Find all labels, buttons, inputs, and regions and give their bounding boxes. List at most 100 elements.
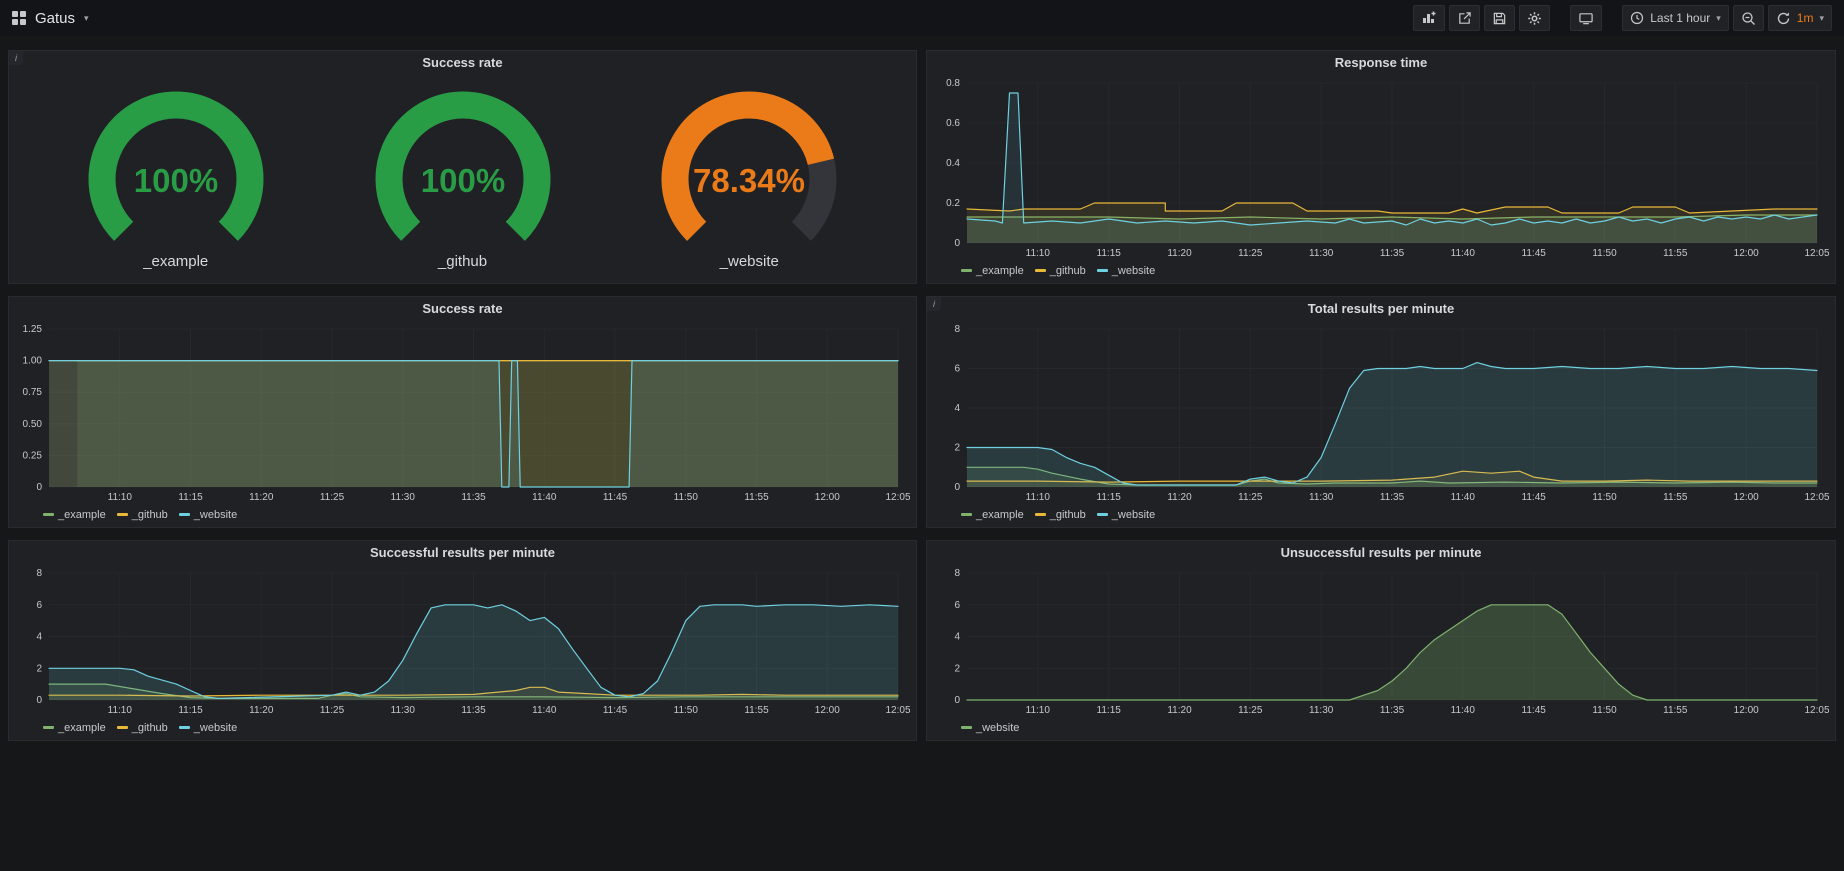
legend-item-_github[interactable]: _github xyxy=(1035,509,1086,521)
panel-total-results: i Total results per minute 11:1011:1511:… xyxy=(926,296,1836,528)
svg-text:0: 0 xyxy=(36,482,42,493)
svg-text:0: 0 xyxy=(36,695,42,706)
refresh-interval-label: 1m xyxy=(1797,11,1814,25)
chart-canvas[interactable]: 11:1011:1511:2011:2511:3011:3511:4011:45… xyxy=(933,321,1829,505)
panel-title[interactable]: Success rate xyxy=(9,51,916,75)
time-range-picker[interactable]: Last 1 hour ▾ xyxy=(1622,5,1729,31)
legend-label: _website xyxy=(1112,265,1155,277)
legend-swatch xyxy=(117,726,128,729)
panel-title[interactable]: Success rate xyxy=(9,297,916,321)
gauge-_website: 78.34% _website xyxy=(629,89,869,270)
legend-item-_github[interactable]: _github xyxy=(1035,265,1086,277)
chevron-down-icon: ▾ xyxy=(1819,14,1824,23)
chart-canvas[interactable]: 11:1011:1511:2011:2511:3011:3511:4011:45… xyxy=(933,565,1829,718)
panel-title[interactable]: Response time xyxy=(927,51,1835,75)
share-button[interactable] xyxy=(1449,5,1480,31)
gauge-svg: 100% xyxy=(343,89,583,257)
tv-kiosk-button[interactable] xyxy=(1570,5,1602,31)
svg-text:1.00: 1.00 xyxy=(23,356,43,367)
svg-text:11:50: 11:50 xyxy=(674,705,699,716)
svg-text:8: 8 xyxy=(954,324,960,335)
svg-text:0: 0 xyxy=(954,238,960,249)
panel-title[interactable]: Unsuccessful results per minute xyxy=(927,541,1835,565)
legend-swatch xyxy=(179,513,190,516)
chart-canvas[interactable]: 11:1011:1511:2011:2511:3011:3511:4011:45… xyxy=(933,75,1829,261)
svg-text:11:40: 11:40 xyxy=(1451,248,1476,259)
chart-legend: _website xyxy=(927,718,1835,740)
legend-swatch xyxy=(961,513,972,516)
grafana-app: Gatus ▾ Last 1 hour ▾ xyxy=(0,0,1844,741)
svg-text:11:25: 11:25 xyxy=(320,492,345,503)
svg-text:11:10: 11:10 xyxy=(1026,705,1051,716)
refresh-icon xyxy=(1776,11,1791,26)
svg-text:11:30: 11:30 xyxy=(1309,248,1334,259)
svg-text:11:20: 11:20 xyxy=(1167,248,1192,259)
svg-text:4: 4 xyxy=(954,632,960,643)
save-icon xyxy=(1492,11,1507,26)
legend-item-_example[interactable]: _example xyxy=(961,265,1024,277)
info-icon[interactable]: i xyxy=(9,51,23,65)
add-panel-button[interactable] xyxy=(1413,5,1445,31)
legend-item-_github[interactable]: _github xyxy=(117,509,168,521)
panel-title[interactable]: Total results per minute xyxy=(927,297,1835,321)
panel-success-rate-gauges: i Success rate 100%_example100%_github78… xyxy=(8,50,917,284)
svg-text:12:00: 12:00 xyxy=(815,492,840,503)
legend-item-_website[interactable]: _website xyxy=(1097,265,1155,277)
zoom-out-icon xyxy=(1741,11,1756,26)
chart-svg: 11:1011:1511:2011:2511:3011:3511:4011:45… xyxy=(933,321,1829,505)
svg-text:11:30: 11:30 xyxy=(391,705,416,716)
legend-label: _github xyxy=(132,722,168,734)
svg-text:11:10: 11:10 xyxy=(108,492,133,503)
gauge-_github: 100%_github xyxy=(343,89,583,270)
chart-legend: _example _github _website xyxy=(9,718,916,740)
legend-item-_github[interactable]: _github xyxy=(117,722,168,734)
add-panel-icon xyxy=(1421,10,1437,26)
dashboard-title[interactable]: Gatus xyxy=(35,10,75,27)
panel-success-rate-graph: Success rate 11:1011:1511:2011:2511:3011… xyxy=(8,296,917,528)
time-range-label: Last 1 hour xyxy=(1650,11,1710,25)
svg-text:11:20: 11:20 xyxy=(1167,492,1192,503)
legend-item-_example[interactable]: _example xyxy=(961,509,1024,521)
svg-text:11:45: 11:45 xyxy=(1522,248,1547,259)
svg-text:12:00: 12:00 xyxy=(1734,705,1759,716)
legend-swatch xyxy=(43,513,54,516)
chart-canvas[interactable]: 11:1011:1511:2011:2511:3011:3511:4011:45… xyxy=(15,321,910,505)
svg-text:12:05: 12:05 xyxy=(1804,492,1829,503)
refresh-button[interactable]: 1m ▾ xyxy=(1768,5,1832,31)
settings-gear-icon xyxy=(1527,11,1542,26)
gauge-value: 78.34% xyxy=(693,162,805,199)
legend-item-_website[interactable]: _website xyxy=(1097,509,1155,521)
legend-label: _website xyxy=(194,722,237,734)
svg-text:2: 2 xyxy=(954,443,960,454)
panel-title[interactable]: Successful results per minute xyxy=(9,541,916,565)
legend-item-_website[interactable]: _website xyxy=(179,722,237,734)
svg-text:0: 0 xyxy=(954,482,960,493)
save-button[interactable] xyxy=(1484,5,1515,31)
legend-item-_website[interactable]: _website xyxy=(179,509,237,521)
legend-item-_example[interactable]: _example xyxy=(43,509,106,521)
svg-text:11:25: 11:25 xyxy=(1238,248,1263,259)
apps-grid-icon[interactable] xyxy=(12,11,26,25)
chart-legend: _example _github _website xyxy=(927,505,1835,527)
chart-canvas[interactable]: 11:1011:1511:2011:2511:3011:3511:4011:45… xyxy=(15,565,910,718)
svg-text:12:05: 12:05 xyxy=(885,492,910,503)
legend-item-_website[interactable]: _website xyxy=(961,722,1019,734)
info-icon[interactable]: i xyxy=(927,297,941,311)
svg-text:4: 4 xyxy=(36,632,42,643)
chart-legend: _example _github _website xyxy=(9,505,916,527)
settings-button[interactable] xyxy=(1519,5,1550,31)
svg-text:11:35: 11:35 xyxy=(1380,248,1405,259)
panel-successful-results: Successful results per minute 11:1011:15… xyxy=(8,540,917,741)
zoom-out-button[interactable] xyxy=(1733,5,1764,31)
gauge-label: _website xyxy=(720,253,779,270)
svg-text:0.4: 0.4 xyxy=(946,158,960,169)
chart-svg: 11:1011:1511:2011:2511:3011:3511:4011:45… xyxy=(15,321,910,505)
legend-swatch xyxy=(117,513,128,516)
legend-item-_example[interactable]: _example xyxy=(43,722,106,734)
svg-text:6: 6 xyxy=(36,600,42,611)
chart-svg: 11:1011:1511:2011:2511:3011:3511:4011:45… xyxy=(933,75,1829,261)
svg-text:11:55: 11:55 xyxy=(1663,248,1688,259)
legend-swatch xyxy=(1097,513,1108,516)
svg-text:11:35: 11:35 xyxy=(1380,492,1405,503)
legend-label: _website xyxy=(194,509,237,521)
